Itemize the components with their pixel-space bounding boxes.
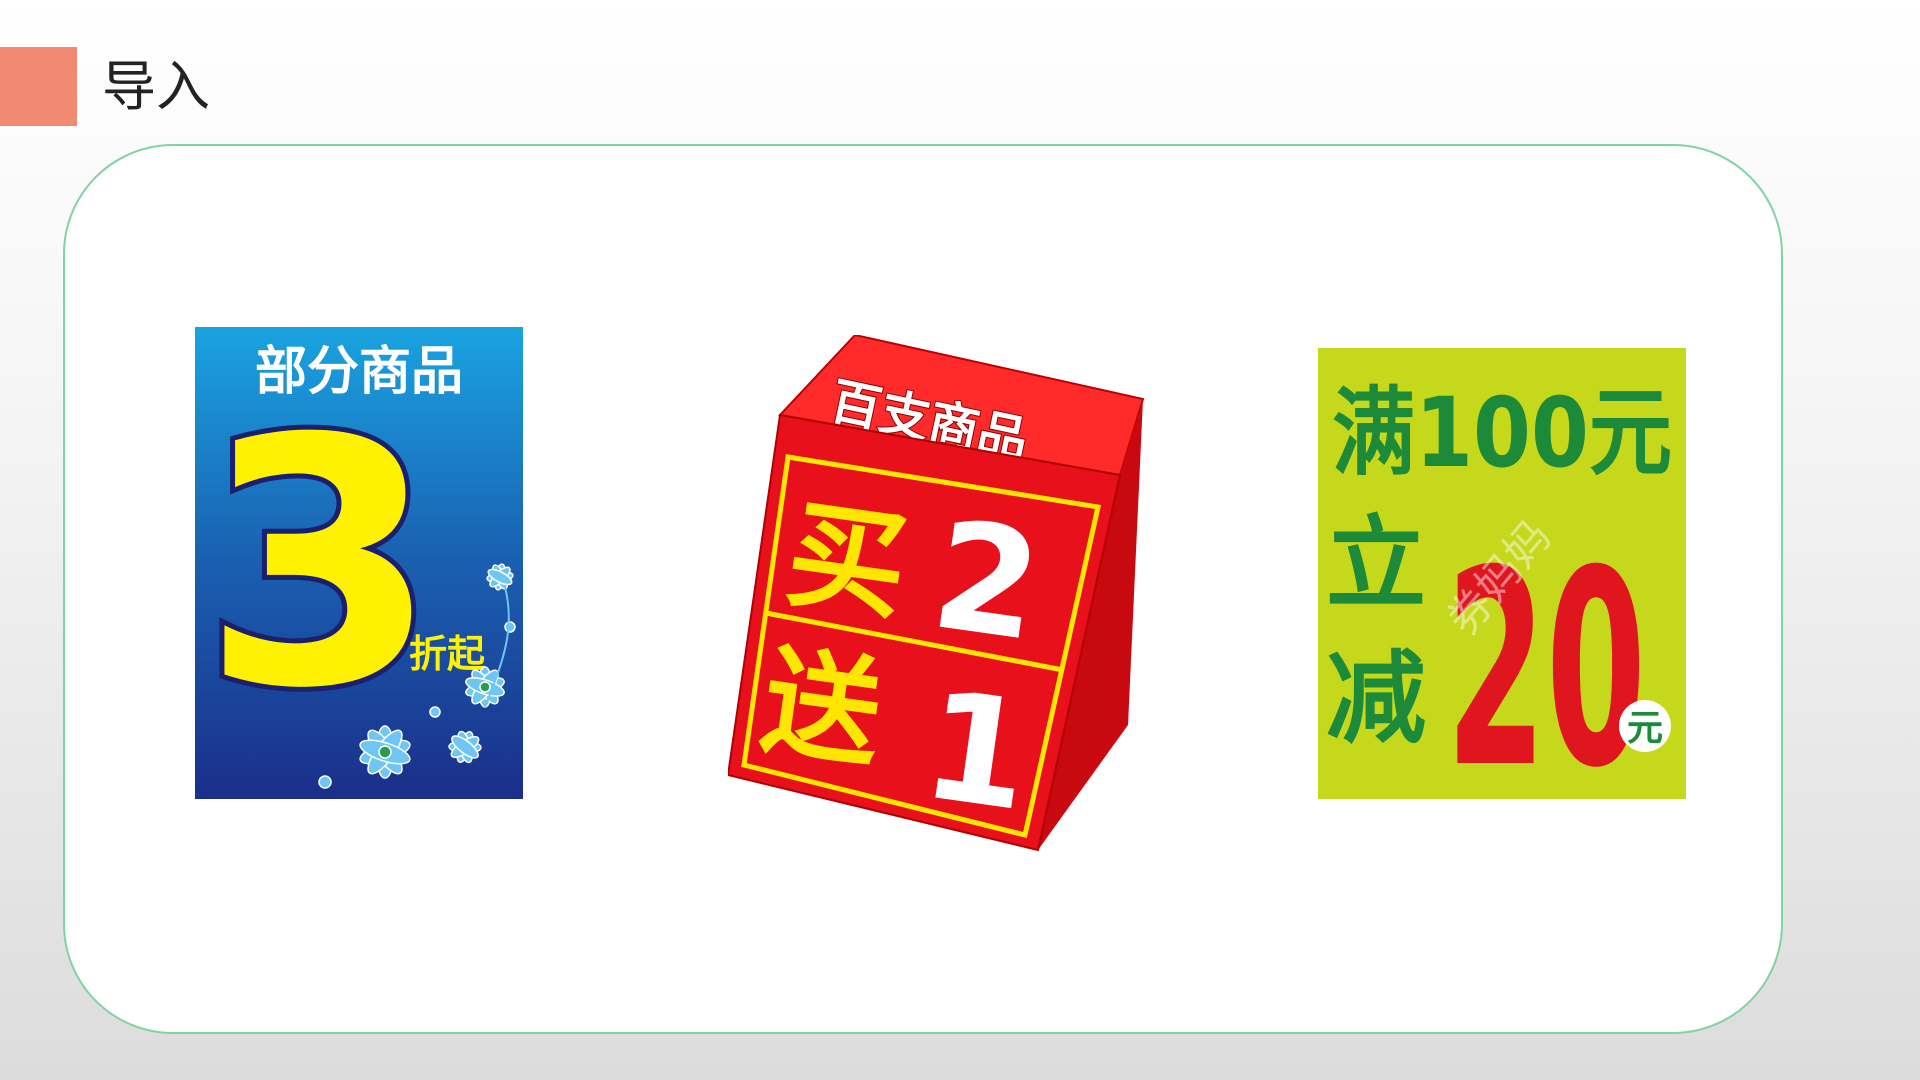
slide-title: 导入 xyxy=(102,55,210,118)
cube-give-char: 送 xyxy=(754,631,890,784)
reduction-char-li: 立 xyxy=(1326,505,1426,622)
reduction-unit: 元 xyxy=(1627,708,1663,749)
reduction-char-jian: 减 xyxy=(1326,640,1426,757)
title-marker xyxy=(0,47,77,126)
poster-number: 3 xyxy=(202,367,439,763)
buy-two-get-one-cube: 百支商品 买 2 送 1 xyxy=(728,335,1148,855)
reduction-line1: 满100元 xyxy=(1332,377,1672,489)
reduction-poster: 满100元 立 减 20 元 券妈妈 xyxy=(1318,348,1686,799)
cube-buy-char: 买 xyxy=(779,484,915,637)
poster-suffix: 折起 xyxy=(409,632,486,676)
discount-poster: 部分商品 3 折起 xyxy=(195,327,523,799)
